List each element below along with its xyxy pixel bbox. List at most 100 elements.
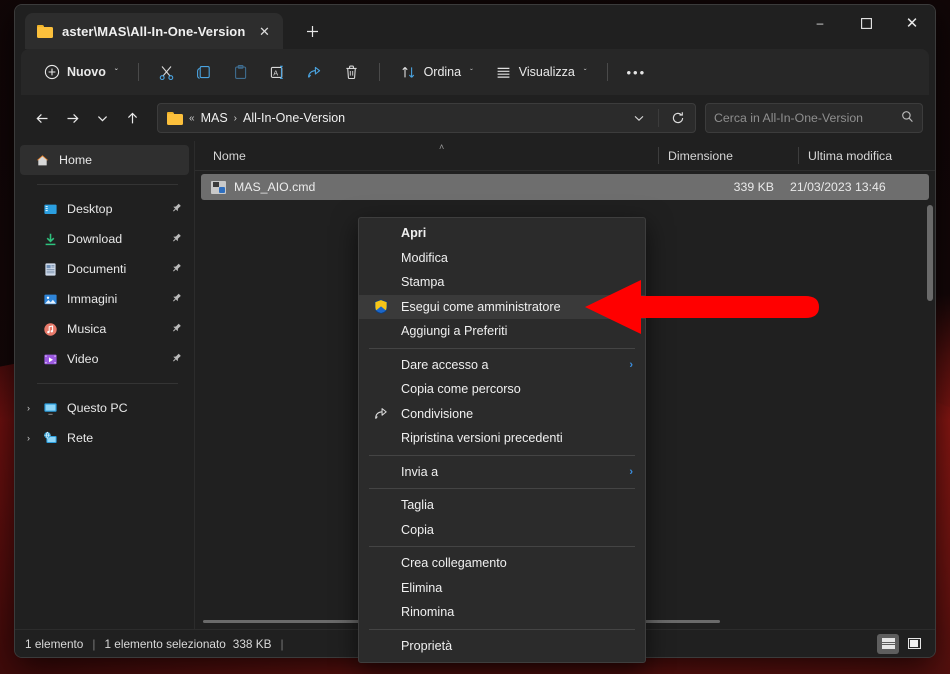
view-toggle-group [877,633,925,654]
plus-icon [306,25,318,37]
sidebar-item-download[interactable]: Download [20,224,189,254]
column-header-name[interactable]: Nome [203,141,658,170]
chevron-down-icon: ˇ [114,67,118,77]
documents-icon [42,261,58,277]
tiles-view-icon[interactable] [903,634,925,654]
cut-button[interactable] [149,56,184,88]
view-button[interactable]: Visualizza ˇ [485,56,597,88]
sidebar-item-home[interactable]: Home [20,145,189,175]
breadcrumb-item-mas[interactable]: MAS [201,111,228,125]
sidebar-item-rete[interactable]: › Rete [20,423,189,453]
search-input[interactable] [714,111,895,125]
menu-item-ripristina-versioni-precedenti[interactable]: Ripristina versioni precedenti [359,426,645,451]
pin-icon[interactable] [167,290,185,308]
menu-item-stampa[interactable]: Stampa [359,270,645,295]
menu-item-rinomina[interactable]: Rinomina [359,600,645,625]
tab-title: aster\MAS\All-In-One-Version [62,23,246,39]
address-dropdown-button[interactable] [626,105,652,131]
toolbar-divider-3 [606,63,608,81]
menu-item-apri[interactable]: Apri [359,221,645,246]
search-icon[interactable] [901,110,914,126]
menu-item-invia-a[interactable]: Invia a › [359,460,645,485]
column-header-name-label: Nome [213,148,246,163]
more-options-button[interactable]: ••• [618,56,656,88]
recent-locations-button[interactable] [87,103,117,133]
pictures-icon [42,291,58,307]
delete-button[interactable] [334,56,369,88]
menu-separator-4 [369,546,635,547]
sidebar-item-musica[interactable]: Musica [20,314,189,344]
sidebar-item-immagini[interactable]: Immagini [20,284,189,314]
chevron-right-icon[interactable]: › [27,403,30,413]
status-separator-2: | [280,636,284,651]
copy-button[interactable] [186,56,221,88]
address-divider [658,109,659,127]
back-button[interactable] [27,103,57,133]
video-icon [42,351,58,367]
menu-item-aggiungi-a-preferiti[interactable]: Aggiungi a Preferiti [359,319,645,344]
up-button[interactable] [117,103,147,133]
forward-button[interactable] [57,103,87,133]
pin-icon[interactable] [167,260,185,278]
tab-strip: aster\MAS\All-In-One-Version ✕ [15,5,327,49]
rename-button[interactable]: A [260,56,295,88]
menu-item-crea-collegamento[interactable]: Crea collegamento [359,551,645,576]
chevron-right-icon[interactable]: › [27,433,30,443]
column-header-modified[interactable]: Ultima modifica [798,141,935,170]
pin-icon[interactable] [167,200,185,218]
menu-separator-1 [369,347,635,349]
menu-item-copia-come-percorso[interactable]: Copia come percorso [359,377,645,402]
menu-separator-2 [369,454,635,456]
menu-item-label: Ripristina versioni precedenti [401,431,563,446]
sidebar-item-video[interactable]: Video [20,344,189,374]
sort-button[interactable]: Ordina ˇ [390,56,483,88]
context-menu: Apri Modifica Stampa Esegui come amminis… [358,217,646,663]
menu-item-taglia[interactable]: Taglia [359,493,645,518]
refresh-button[interactable] [665,105,691,131]
close-icon[interactable]: ✕ [254,21,274,41]
tab-all-in-one-version[interactable]: aster\MAS\All-In-One-Version ✕ [25,13,284,49]
details-view-icon[interactable] [877,633,899,654]
vertical-scrollbar[interactable] [927,205,933,301]
menu-item-modifica[interactable]: Modifica [359,246,645,271]
music-icon [42,321,58,337]
column-header-size[interactable]: Dimensione [658,141,798,170]
sidebar-item-documenti[interactable]: Documenti [20,254,189,284]
breadcrumb-item-all-in-one-version[interactable]: All-In-One-Version [243,111,345,125]
sidebar-item-label: Video [67,352,99,366]
sidebar-divider-1 [37,184,178,185]
paste-button[interactable] [223,56,258,88]
details-view-glyph [881,638,895,649]
svg-text:A: A [273,68,278,77]
sidebar-item-questo-pc[interactable]: › Questo PC [20,393,189,423]
menu-item-condivisione[interactable]: Condivisione [359,402,645,427]
file-name-cell[interactable]: MAS_AIO.cmd [201,180,650,194]
breadcrumb-overflow[interactable]: « [189,113,195,124]
new-tab-button[interactable] [297,16,327,46]
menu-item-copia[interactable]: Copia [359,518,645,543]
search-box[interactable] [705,103,923,133]
pin-icon[interactable] [167,230,185,248]
list-lines-icon [495,64,512,81]
menu-item-dare-accesso-a[interactable]: Dare accesso a › [359,353,645,378]
close-button[interactable]: ✕ [889,5,935,41]
menu-item-proprieta[interactable]: Proprietà [359,634,645,659]
sidebar-item-desktop[interactable]: Desktop [20,194,189,224]
address-bar[interactable]: « MAS › All-In-One-Version [157,103,696,133]
sort-indicator-icon: ˄ [439,142,445,152]
menu-item-elimina[interactable]: Elimina [359,576,645,601]
pin-icon[interactable] [167,350,185,368]
sidebar-item-label: Download [67,232,123,246]
table-row[interactable]: MAS_AIO.cmd 339 KB 21/03/2023 13:46 [201,174,929,200]
share-button[interactable] [297,56,332,88]
menu-item-label: Aggiungi a Preferiti [401,324,508,339]
maximize-button[interactable] [843,5,889,41]
menu-item-esegui-come-amministratore[interactable]: Esegui come amministratore [359,294,645,319]
sidebar-item-label: Immagini [67,292,118,306]
menu-item-label: Apri [401,226,427,241]
menu-item-label: Copia come percorso [401,382,521,397]
pin-icon[interactable] [167,320,185,338]
minimize-button[interactable]: – [797,5,843,41]
scissors-icon [158,64,175,81]
new-button[interactable]: Nuovo ˇ [35,56,128,88]
